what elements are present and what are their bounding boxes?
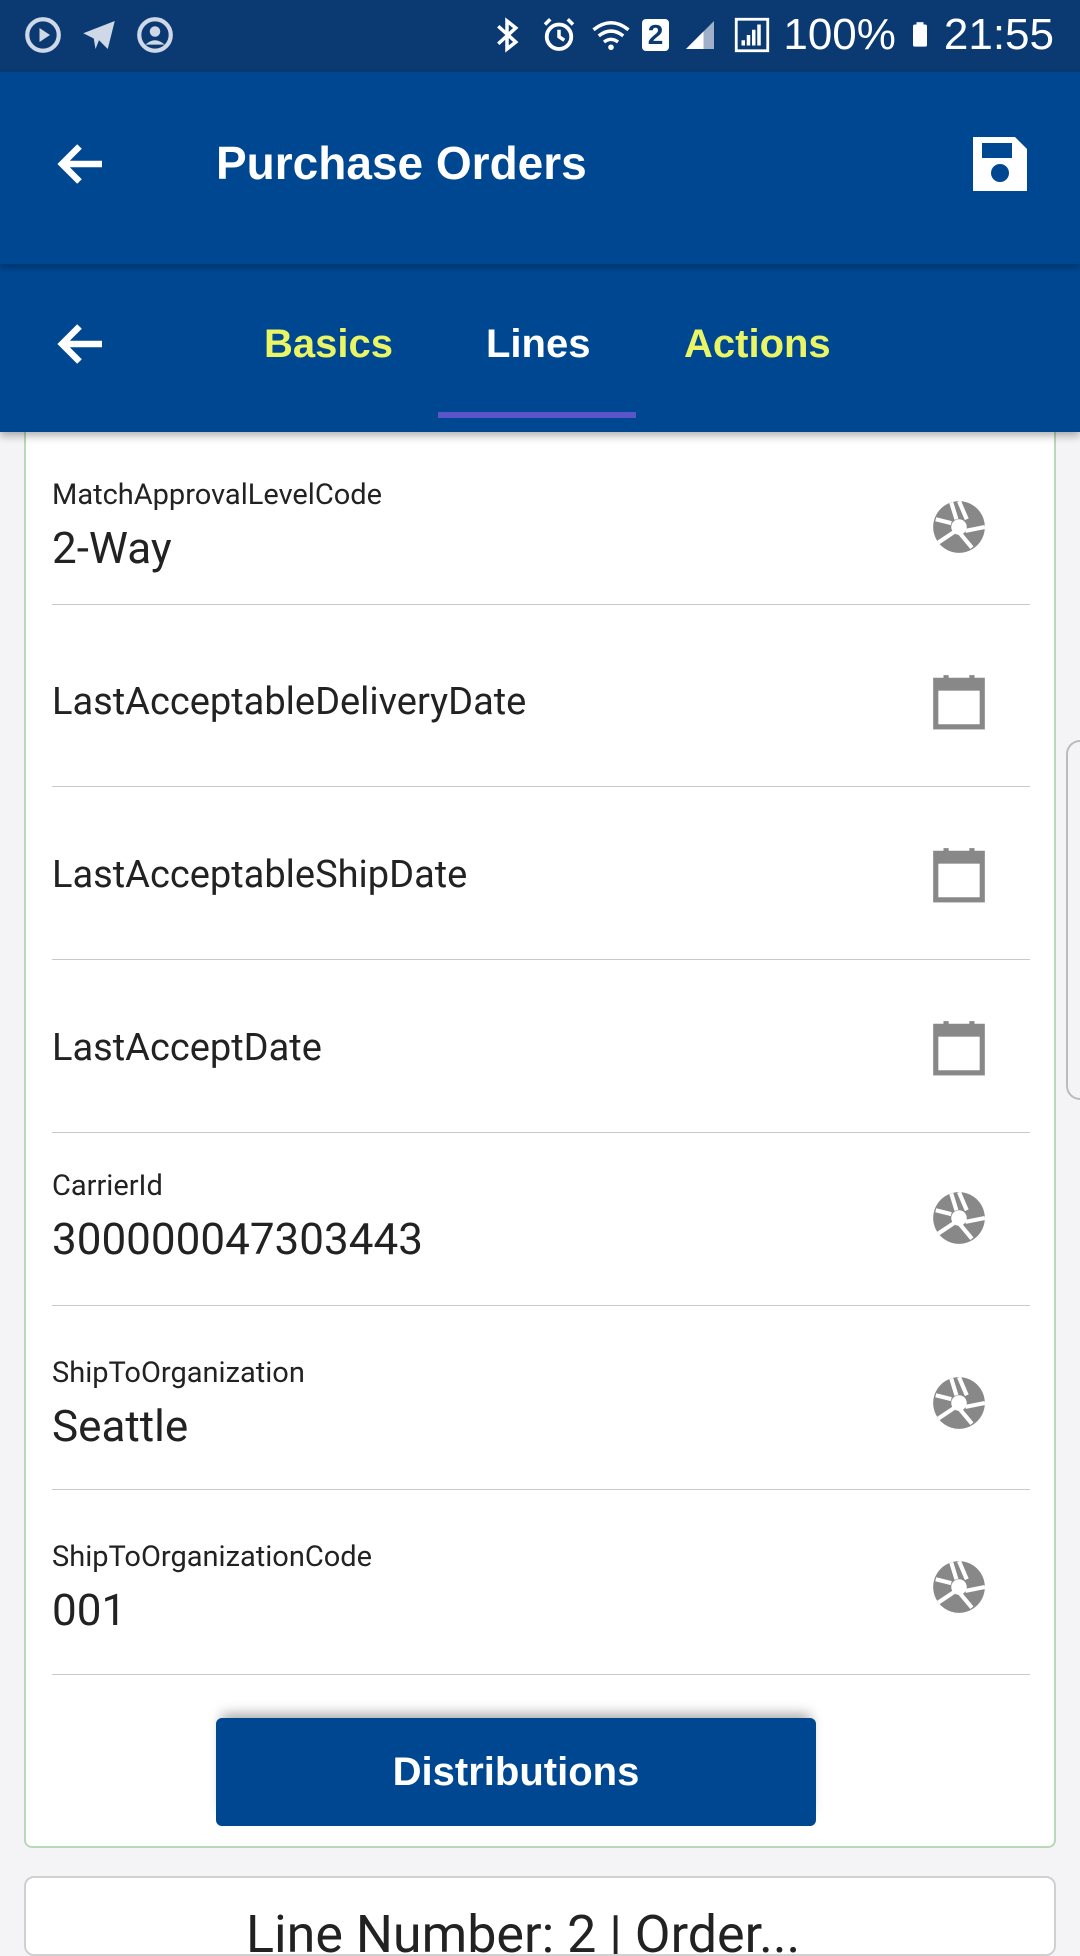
field-value: 300000047303443	[52, 1213, 423, 1265]
field-label: CarrierId	[52, 1169, 163, 1203]
field-last-accept-date[interactable]: LastAcceptDate	[52, 960, 1030, 1133]
aperture-icon[interactable]	[928, 1556, 990, 1618]
tab-bar: Basics Lines Actions	[0, 264, 1080, 432]
line-detail-card: MatchApprovalLevelCode 2-Way LastAccepta…	[24, 432, 1056, 1848]
calendar-icon[interactable]	[928, 843, 990, 905]
tab-lines[interactable]: Lines	[486, 322, 590, 367]
field-value: 001	[52, 1584, 127, 1636]
arrow-left-icon[interactable]	[52, 314, 112, 374]
calendar-icon[interactable]	[928, 670, 990, 732]
status-bar: 2 100% 21:55	[0, 0, 1080, 72]
page-title: Purchase Orders	[216, 137, 587, 189]
telegram-icon	[83, 21, 115, 49]
field-match-approval-level-code[interactable]: MatchApprovalLevelCode 2-Way	[52, 432, 1030, 605]
field-placeholder: LastAcceptableDeliveryDate	[52, 680, 527, 724]
field-last-acceptable-delivery-date[interactable]: LastAcceptableDeliveryDate	[52, 614, 1030, 787]
aperture-icon[interactable]	[928, 496, 990, 558]
battery-percent: 100%	[783, 10, 896, 59]
tab-actions[interactable]: Actions	[684, 322, 831, 367]
arrow-left-icon[interactable]	[52, 134, 112, 194]
signal-icon	[735, 17, 770, 53]
field-label: ShipToOrganizationCode	[52, 1540, 373, 1574]
save-icon[interactable]	[964, 128, 1036, 200]
field-ship-to-organization[interactable]: ShipToOrganization Seattle	[52, 1306, 1030, 1490]
clock: 21:55	[943, 10, 1054, 59]
wifi-icon	[592, 21, 630, 51]
tab-basics[interactable]: Basics	[264, 322, 393, 367]
field-value: Seattle	[52, 1400, 189, 1452]
signal-icon	[686, 21, 715, 49]
field-placeholder: LastAcceptDate	[52, 1026, 322, 1070]
field-label: ShipToOrganization	[52, 1356, 305, 1390]
next-line-card[interactable]: Line Number: 2 | Order...	[24, 1876, 1056, 1956]
field-value: 2-Way	[52, 522, 172, 574]
field-label: MatchApprovalLevelCode	[52, 478, 383, 512]
field-carrier-id[interactable]: CarrierId 300000047303443	[52, 1133, 1030, 1306]
field-last-acceptable-ship-date[interactable]: LastAcceptableShipDate	[52, 787, 1030, 960]
field-ship-to-organization-code[interactable]: ShipToOrganizationCode 001	[52, 1490, 1030, 1675]
app-bar: Purchase Orders	[0, 72, 1080, 264]
battery-icon	[912, 22, 927, 47]
distributions-button[interactable]: Distributions	[216, 1718, 816, 1826]
next-line-card-title: Line Number: 2 | Order...	[246, 1904, 801, 1956]
tab-active-indicator	[438, 412, 636, 418]
aperture-icon[interactable]	[928, 1372, 990, 1434]
field-placeholder: LastAcceptableShipDate	[52, 853, 468, 897]
bluetooth-icon	[496, 17, 519, 53]
status-bar-left	[22, 14, 176, 56]
aperture-icon[interactable]	[928, 1187, 990, 1249]
play-circle-icon	[25, 17, 61, 53]
account-circle-icon	[137, 17, 173, 53]
scroll-handle[interactable]	[1066, 740, 1080, 1100]
calendar-icon[interactable]	[928, 1016, 990, 1078]
network-badge: 2	[641, 19, 670, 51]
alarm-icon	[543, 18, 575, 51]
status-bar-right: 2 100% 21:55	[486, 10, 1054, 60]
